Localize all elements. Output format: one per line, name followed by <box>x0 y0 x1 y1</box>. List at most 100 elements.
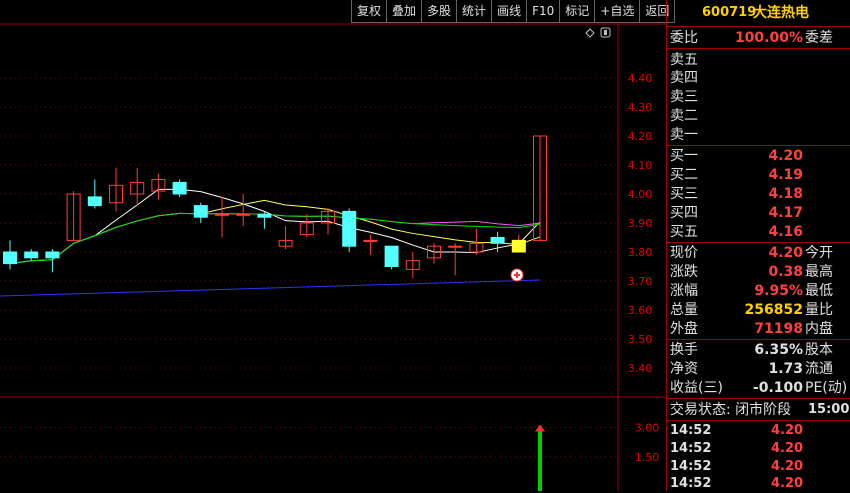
quote-label: 涨幅 <box>670 283 698 299</box>
quote-row: 总量 256852 量比 <box>667 301 850 319</box>
quote-label2: 最高 <box>805 264 833 280</box>
trade-status-time: 15:00: <box>808 402 850 417</box>
candle-body <box>257 213 272 218</box>
quote-panel: 600719 大连热电 委比 100.00% 委差 卖五 卖四 卖三 卖二 卖一… <box>666 0 850 491</box>
stat-value: 6.35% <box>754 342 803 358</box>
buy-row: 买五 4.16 <box>667 223 850 241</box>
tick-price: 4.20 <box>771 441 804 456</box>
price-tick-label: 4.40 <box>628 72 653 85</box>
price-tick-label: 4.20 <box>628 130 653 143</box>
trade-status-row: 交易状态: 闭市阶段 15:00: <box>667 401 850 419</box>
candle-body <box>172 181 187 195</box>
volume-tick-label: 1.50 <box>635 451 660 464</box>
volume-bar <box>538 427 542 491</box>
quote-value: 71198 <box>754 321 803 337</box>
candle-body <box>24 251 39 259</box>
buy-row: 买四 4.17 <box>667 204 850 222</box>
candle-body <box>342 210 357 247</box>
tick-time: 14:52 <box>670 441 712 456</box>
tick-time: 14:52 <box>670 423 712 438</box>
ma30-line <box>9 212 541 265</box>
buy-row: 买一 4.20 <box>667 147 850 165</box>
sell-row: 卖三 <box>667 88 850 106</box>
add-marker-icon[interactable] <box>510 268 524 282</box>
buy5-price: 4.16 <box>768 224 803 240</box>
stat-row: 收益(三) -0.100 PE(动) <box>667 379 850 397</box>
quote-row: 涨跌 0.38 最高 <box>667 263 850 281</box>
price-tick-label: 3.60 <box>628 304 653 317</box>
quote-row: 涨幅 9.95% 最低 <box>667 282 850 300</box>
sell-row: 卖二 <box>667 107 850 125</box>
chart-grid <box>0 77 618 458</box>
trade-status: 交易状态: 闭市阶段 <box>670 402 792 418</box>
stat-value: -0.100 <box>752 380 803 396</box>
quote-value: 0.38 <box>768 264 803 280</box>
tick-row: 14:52 4.20 <box>667 422 850 440</box>
quote-label: 涨跌 <box>670 264 698 280</box>
price-tick-label: 3.40 <box>628 362 653 375</box>
stat-label: 换手 <box>670 342 698 358</box>
price-tick-label: 4.00 <box>628 188 653 201</box>
quote-label2: 内盘 <box>805 321 833 337</box>
sell2-label: 卖二 <box>670 108 698 124</box>
stat-row: 换手 6.35% 股本 <box>667 341 850 359</box>
buy2-label: 买二 <box>670 167 698 183</box>
buy5-label: 买五 <box>670 224 698 240</box>
price-axis: 4.40 4.30 4.20 4.10 4.00 3.90 3.80 3.70 3.60 3.50… <box>628 72 653 375</box>
stat-label2: 流通 <box>805 361 833 377</box>
stat-label2: 股本 <box>805 342 833 358</box>
price-tick-label: 4.10 <box>628 159 653 172</box>
stat-value: 1.73 <box>768 361 803 377</box>
price-tick-label: 4.30 <box>628 101 653 114</box>
buy3-label: 买三 <box>670 186 698 202</box>
stock-code: 600719 <box>702 5 757 20</box>
price-tick-label: 3.70 <box>628 275 653 288</box>
tick-time: 14:52 <box>670 476 712 491</box>
candles <box>3 135 547 279</box>
stat-label: 净资 <box>670 361 698 377</box>
buy2-price: 4.19 <box>768 167 803 183</box>
buy-row: 买二 4.19 <box>667 166 850 184</box>
price-tick-label: 3.50 <box>628 333 653 346</box>
weibi-row: 委比 100.00% 委差 <box>667 29 850 47</box>
sell1-label: 卖一 <box>670 127 698 143</box>
diamond-icon[interactable] <box>585 28 595 38</box>
buy4-price: 4.17 <box>768 205 803 221</box>
quote-value: 9.95% <box>754 283 803 299</box>
tick-price: 4.20 <box>771 423 804 438</box>
candle-body <box>215 213 229 216</box>
quote-label: 外盘 <box>670 321 698 337</box>
tick-price: 4.20 <box>771 476 804 491</box>
buy3-price: 4.18 <box>768 186 803 202</box>
sell3-label: 卖三 <box>670 89 698 105</box>
candle-body <box>87 196 102 207</box>
stat-label: 收益(三) <box>670 380 723 396</box>
quote-row: 现价 4.20 今开 <box>667 244 850 262</box>
candle-body <box>193 205 208 218</box>
candle-body <box>236 213 251 216</box>
window-icon[interactable] <box>600 27 611 38</box>
tick-row: 14:52 4.20 <box>667 458 850 476</box>
sell-row: 卖一 <box>667 126 850 144</box>
candle-body <box>3 251 17 265</box>
quote-value: 4.20 <box>768 245 803 261</box>
stock-name: 大连热电 <box>753 5 809 21</box>
volume-bars <box>535 424 545 491</box>
weicha-label: 委差 <box>805 30 833 46</box>
buy1-price: 4.20 <box>768 148 803 164</box>
kline-chart[interactable]: 4.40 4.30 4.20 4.10 4.00 3.90 3.80 3.70 3.60 3.50… <box>0 0 666 491</box>
candle-body <box>363 239 378 242</box>
volume-axis: 3.00 1.50 <box>635 422 660 464</box>
tick-row: 14:52 4.20 <box>667 475 850 493</box>
quote-label2: 最低 <box>805 283 833 299</box>
stat-label2: PE(动) <box>805 380 848 396</box>
tick-time: 14:52 <box>670 459 712 474</box>
candle-body <box>490 237 505 244</box>
quote-label2: 量比 <box>805 302 833 318</box>
ma10-line <box>9 199 541 265</box>
sell5-label: 卖五 <box>670 52 698 68</box>
quote-label: 现价 <box>670 245 698 261</box>
stock-header: 600719 大连热电 <box>667 0 850 27</box>
ma20-line <box>9 212 541 265</box>
sell-row: 卖五 <box>667 51 850 69</box>
